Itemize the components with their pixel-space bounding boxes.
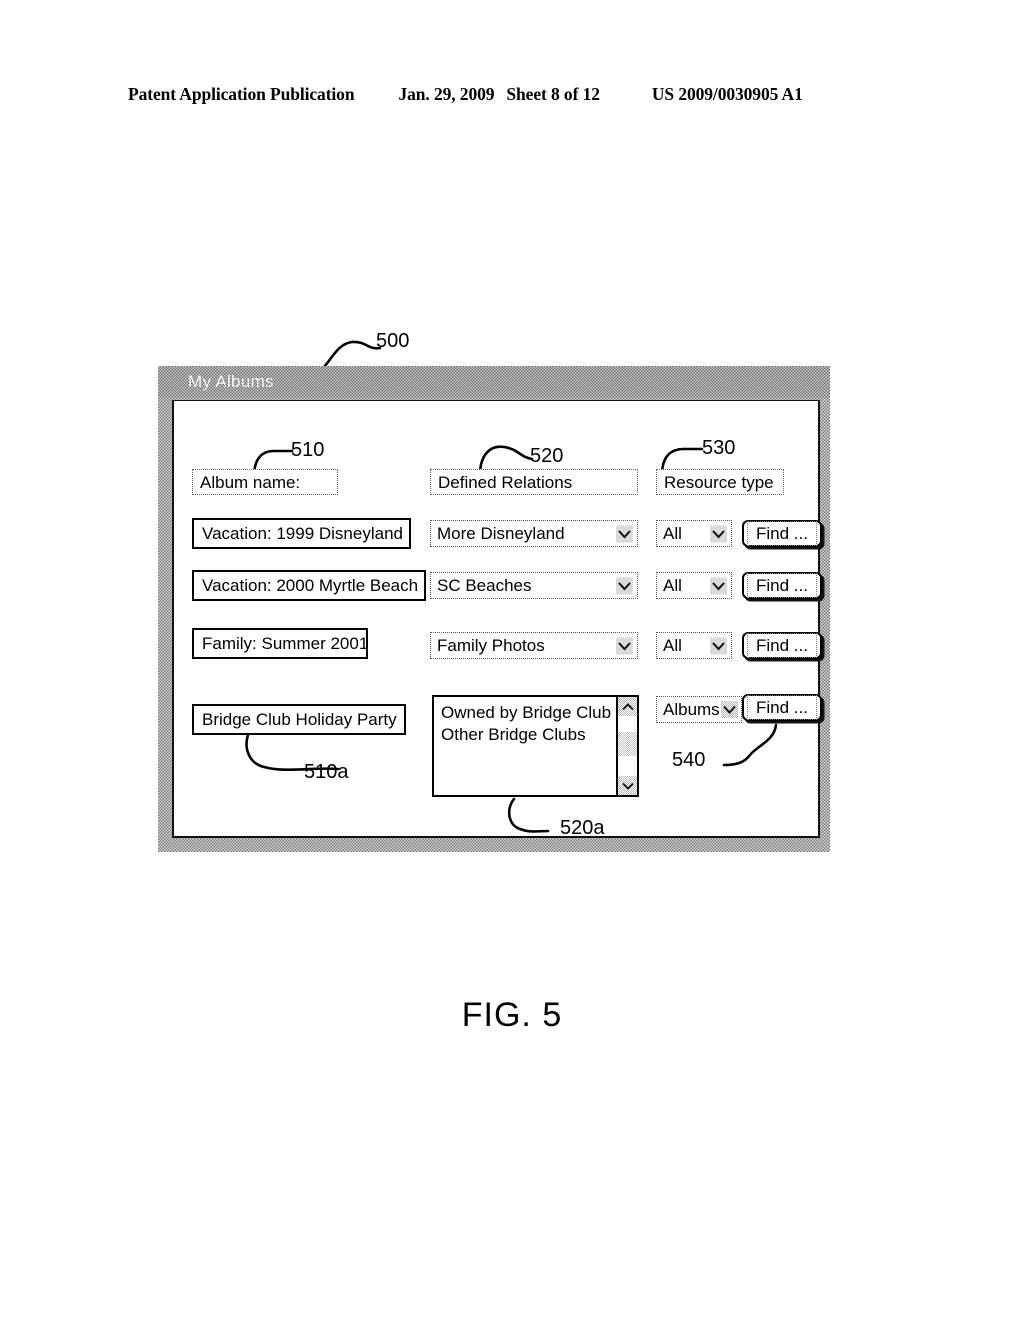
resource-type-value-row-4: Albums — [663, 699, 720, 719]
scrollbar-track[interactable] — [618, 716, 637, 776]
callout-530: 530 — [702, 437, 736, 459]
defined-relations-dropdown-row-2[interactable]: SC Beaches — [430, 572, 638, 599]
resource-type-value-row-3: All — [663, 635, 682, 655]
column-header-defined-relations-label: Defined Relations — [438, 472, 573, 492]
my-albums-window: My Albums 510 520 530 Album name: Define… — [158, 366, 830, 852]
album-name-value-row-1: Vacation: 1999 Disneyland — [202, 523, 403, 543]
callout-520a: 520a — [560, 817, 605, 839]
album-name-field-row-1[interactable]: Vacation: 1999 Disneyland — [192, 518, 411, 549]
column-header-album-name-label: Album name: — [200, 472, 301, 492]
patent-page-header: Patent Application Publication Jan. 29, … — [128, 84, 896, 108]
resource-type-dropdown-row-2[interactable]: All — [656, 572, 732, 599]
callout-540: 540 — [672, 749, 706, 771]
find-button-row-4[interactable]: Find ... — [742, 694, 822, 721]
listbox-scrollbar[interactable] — [616, 697, 637, 795]
defined-relations-value-row-2: SC Beaches — [437, 575, 532, 595]
window-client-area: 510 520 530 Album name: Defined Relation… — [172, 400, 822, 839]
publication-label: Patent Application Publication — [128, 84, 355, 104]
figure-caption: FIG. 5 — [461, 996, 563, 1034]
callout-500: 500 — [376, 330, 410, 352]
list-item[interactable]: Other Bridge Clubs — [441, 724, 616, 746]
defined-relations-listbox-row-4[interactable]: Owned by Bridge Club Other Bridge Clubs — [432, 695, 639, 797]
find-button-row-3[interactable]: Find ... — [742, 632, 822, 659]
defined-relations-dropdown-row-1[interactable]: More Disneyland — [430, 520, 638, 547]
leader-line-520a — [507, 797, 550, 833]
window-titlebar[interactable]: My Albums — [158, 366, 830, 398]
chevron-down-icon — [710, 637, 727, 654]
column-header-defined-relations: Defined Relations — [430, 469, 638, 495]
scroll-down-arrow-icon[interactable] — [618, 776, 637, 795]
resource-type-dropdown-row-4[interactable]: Albums — [656, 696, 742, 723]
defined-relations-dropdown-row-3[interactable]: Family Photos — [430, 632, 638, 659]
chevron-down-icon — [616, 525, 633, 542]
resource-type-dropdown-row-3[interactable]: All — [656, 632, 732, 659]
album-name-value-row-3: Family: Summer 2001 — [202, 633, 369, 653]
find-button-row-2-label: Find ... — [747, 573, 817, 598]
chevron-down-icon — [720, 701, 738, 718]
album-name-value-row-4: Bridge Club Holiday Party — [202, 709, 397, 729]
album-name-field-row-3[interactable]: Family: Summer 2001 — [192, 628, 368, 659]
scroll-up-arrow-icon[interactable] — [618, 697, 637, 716]
column-header-resource-type: Resource type — [656, 469, 784, 495]
leader-line-540 — [722, 723, 778, 767]
find-button-row-4-label: Find ... — [747, 695, 817, 720]
album-name-field-row-4[interactable]: Bridge Club Holiday Party — [192, 704, 406, 735]
list-item[interactable]: Owned by Bridge Club — [441, 702, 616, 724]
sheet-number: Sheet 8 of 12 — [506, 84, 600, 104]
chevron-down-icon — [710, 577, 727, 594]
find-button-row-2[interactable]: Find ... — [742, 572, 822, 599]
find-button-row-1[interactable]: Find ... — [742, 520, 822, 547]
column-header-album-name: Album name: — [192, 469, 338, 495]
publication-date: Jan. 29, 2009 — [398, 84, 495, 104]
resource-type-value-row-2: All — [663, 575, 682, 595]
column-header-resource-type-label: Resource type — [664, 472, 774, 492]
defined-relations-value-row-3: Family Photos — [437, 635, 545, 655]
find-button-row-1-label: Find ... — [747, 521, 817, 546]
callout-520: 520 — [530, 445, 564, 467]
callout-510: 510 — [291, 439, 325, 461]
window-title: My Albums — [188, 372, 274, 391]
scrollbar-thumb[interactable] — [618, 731, 637, 756]
chevron-down-icon — [616, 637, 633, 654]
defined-relations-value-row-1: More Disneyland — [437, 523, 565, 543]
patent-number: US 2009/0030905 A1 — [651, 84, 803, 104]
find-button-row-3-label: Find ... — [747, 633, 817, 658]
chevron-down-icon — [710, 525, 727, 542]
album-name-value-row-2: Vacation: 2000 Myrtle Beach — [202, 575, 419, 595]
album-name-field-row-2[interactable]: Vacation: 2000 Myrtle Beach — [192, 570, 426, 601]
chevron-down-icon — [616, 577, 633, 594]
defined-relations-listbox-items: Owned by Bridge Club Other Bridge Clubs — [434, 697, 616, 795]
callout-510a: 510a — [304, 761, 349, 783]
resource-type-value-row-1: All — [663, 523, 682, 543]
resource-type-dropdown-row-1[interactable]: All — [656, 520, 732, 547]
